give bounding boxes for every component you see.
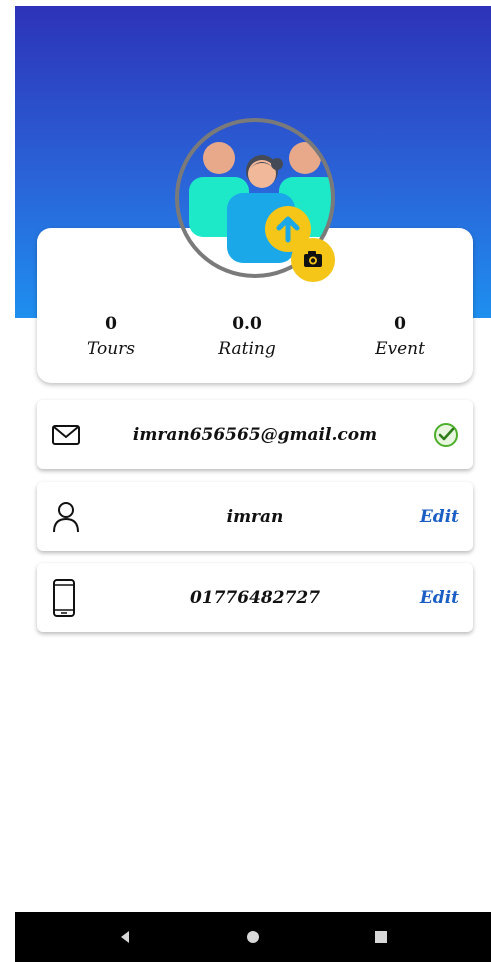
mail-icon [51, 400, 81, 469]
navigation-bar [15, 912, 491, 962]
phone-card: 01776482727 Edit [37, 563, 473, 632]
rating-value: 0.0 [232, 314, 262, 334]
tours-label: Tours [86, 339, 136, 359]
edit-phone-button[interactable]: Edit [420, 563, 459, 632]
camera-button[interactable] [290, 237, 336, 283]
left-edge [0, 0, 15, 962]
camera-icon [291, 238, 335, 282]
tours-count: 0 [105, 314, 117, 334]
stat-rating: 0.0 Rating [187, 314, 307, 361]
edit-name-button[interactable]: Edit [420, 482, 459, 551]
phone-value: 01776482727 [189, 587, 321, 608]
email-value: imran656565@gmail.com [132, 424, 378, 445]
verified-check-icon [433, 400, 459, 469]
phone-icon [51, 563, 77, 632]
rating-label: Rating [218, 339, 276, 359]
profile-screen: 0 Tours 0.0 Rating 0 Event imran656565@g… [15, 0, 491, 962]
back-icon[interactable] [95, 912, 155, 962]
event-count: 0 [394, 314, 406, 334]
name-value: imran [226, 506, 284, 527]
name-card: imran Edit [37, 482, 473, 551]
stat-tours: 0 Tours [51, 314, 171, 361]
email-card: imran656565@gmail.com [37, 400, 473, 469]
home-icon[interactable] [223, 912, 283, 962]
person-icon [51, 482, 81, 551]
event-label: Event [375, 339, 425, 359]
recent-apps-icon[interactable] [351, 912, 411, 962]
stat-event: 0 Event [340, 314, 460, 361]
